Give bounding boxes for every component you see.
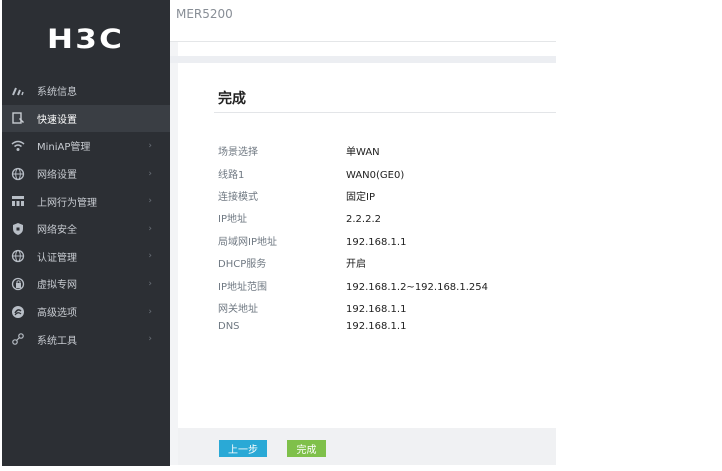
sidebar-item-label: 网络设置 xyxy=(37,170,77,182)
summary-row-lan-ip: 局域网IP地址 192.168.1.1 xyxy=(218,233,406,248)
gauge-icon xyxy=(11,84,25,98)
sidebar-item-label: 上网行为管理 xyxy=(37,197,97,209)
vpn-icon xyxy=(11,277,25,291)
row-value: 固定IP xyxy=(346,192,375,203)
chevron-right-icon: › xyxy=(148,306,152,317)
summary-row-ip-address: IP地址 2.2.2.2 xyxy=(218,210,381,225)
row-value: 192.168.1.1 xyxy=(346,237,407,248)
row-label: IP地址 xyxy=(218,214,247,225)
finish-button[interactable]: 完成 xyxy=(287,440,326,457)
action-bar: 上一步 完成 xyxy=(178,428,556,465)
row-label: 连接模式 xyxy=(218,192,258,203)
sidebar-item-advanced[interactable]: 高级选项 › xyxy=(2,298,170,326)
app-root: H3C 系统信息 快速设置 MiniAP管理 › 网络设置 › 上网行为管理 ›… xyxy=(0,0,722,471)
sidebar-item-network-security[interactable]: 网络安全 › xyxy=(2,215,170,243)
row-value: 2.2.2.2 xyxy=(346,214,381,225)
advanced-icon xyxy=(11,305,25,319)
row-label: DNS xyxy=(218,321,240,332)
summary-panel: 完成 场景选择 单WAN 线路1 WAN0(GE0) 连接模式 固定IP IP地址 2.… xyxy=(178,63,556,428)
tools-icon xyxy=(11,332,25,346)
summary-row-line1: 线路1 WAN0(GE0) xyxy=(218,166,404,181)
sidebar-item-behavior-management[interactable]: 上网行为管理 › xyxy=(2,187,170,215)
sidebar-item-quick-setup[interactable]: 快速设置 xyxy=(2,104,170,133)
sidebar-item-label: 系统工具 xyxy=(37,335,77,347)
logo-text: H3C xyxy=(47,23,125,55)
row-label: IP地址范围 xyxy=(218,282,267,293)
summary-row-dns: DNS 192.168.1.1 xyxy=(218,321,406,332)
h3c-logo: H3C xyxy=(2,0,170,78)
sidebar-item-auth-management[interactable]: 认证管理 › xyxy=(2,243,170,271)
sidebar-menu: 系统信息 快速设置 MiniAP管理 › 网络设置 › 上网行为管理 › 网络安… xyxy=(2,77,170,353)
sidebar-item-label: 高级选项 xyxy=(37,308,77,320)
chevron-right-icon: › xyxy=(148,251,152,262)
sidebar-item-label: 系统信息 xyxy=(37,87,77,99)
row-label: 网关地址 xyxy=(218,304,258,315)
sidebar-item-label: 网络安全 xyxy=(37,225,77,237)
globe-icon xyxy=(11,167,25,181)
summary-row-ip-range: IP地址范围 192.168.1.2~192.168.1.254 xyxy=(218,278,488,293)
row-value: 开启 xyxy=(346,259,366,270)
chevron-right-icon: › xyxy=(148,196,152,207)
wifi-icon xyxy=(11,139,25,153)
quick-setup-icon xyxy=(11,111,25,125)
sidebar-item-label: 虚拟专网 xyxy=(37,280,77,292)
page-title: 完成 xyxy=(218,91,246,107)
chevron-right-icon: › xyxy=(148,278,152,289)
row-value: 单WAN xyxy=(346,147,380,158)
previous-step-button[interactable]: 上一步 xyxy=(219,440,267,457)
summary-row-scenario: 场景选择 单WAN xyxy=(218,143,380,158)
title-divider xyxy=(214,112,556,113)
chevron-right-icon: › xyxy=(148,140,152,151)
network-behavior-icon xyxy=(11,194,25,208)
chevron-right-icon: › xyxy=(148,223,152,234)
header-divider xyxy=(170,42,178,56)
row-label: 线路1 xyxy=(218,170,245,181)
content-top-gap xyxy=(170,56,556,63)
top-header: MER5200 xyxy=(170,0,556,42)
row-label: 局域网IP地址 xyxy=(218,237,277,248)
summary-row-dhcp: DHCP服务 开启 xyxy=(218,255,366,270)
row-value: 192.168.1.1 xyxy=(346,321,407,332)
sidebar-item-label: 认证管理 xyxy=(37,252,77,264)
sidebar-item-label: 快速设置 xyxy=(37,114,77,126)
sidebar: H3C 系统信息 快速设置 MiniAP管理 › 网络设置 › 上网行为管理 ›… xyxy=(2,0,170,466)
summary-row-gateway: 网关地址 192.168.1.1 xyxy=(218,300,406,315)
device-name: MER5200 xyxy=(176,7,233,21)
chevron-right-icon: › xyxy=(148,168,152,179)
row-value: 192.168.1.2~192.168.1.254 xyxy=(346,282,488,293)
row-value: 192.168.1.1 xyxy=(346,304,407,315)
content-left-border xyxy=(170,63,178,465)
shield-icon xyxy=(11,222,25,236)
row-label: 场景选择 xyxy=(218,147,258,158)
chevron-right-icon: › xyxy=(148,334,152,345)
summary-row-connection-mode: 连接模式 固定IP xyxy=(218,188,375,203)
globe-auth-icon xyxy=(11,249,25,263)
sidebar-item-network-settings[interactable]: 网络设置 › xyxy=(2,160,170,188)
sidebar-item-label: MiniAP管理 xyxy=(37,142,91,154)
sidebar-item-system-info[interactable]: 系统信息 xyxy=(2,77,170,105)
sidebar-item-system-tools[interactable]: 系统工具 › xyxy=(2,325,170,353)
sidebar-item-vpn[interactable]: 虚拟专网 › xyxy=(2,270,170,298)
row-label: DHCP服务 xyxy=(218,259,267,270)
sidebar-item-miniap[interactable]: MiniAP管理 › xyxy=(2,132,170,160)
row-value: WAN0(GE0) xyxy=(346,170,405,181)
